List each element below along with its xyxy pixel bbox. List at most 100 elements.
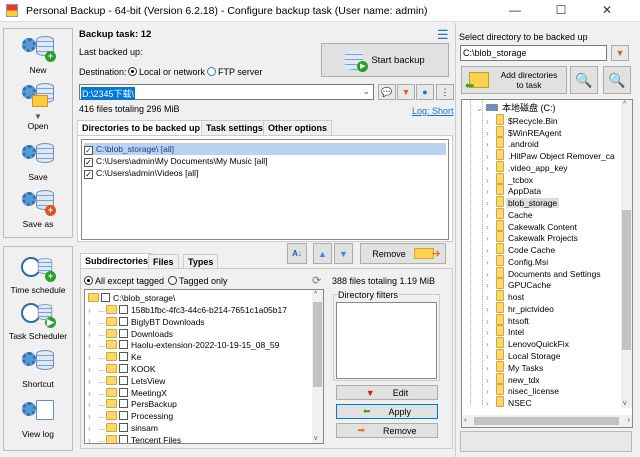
checkbox[interactable]: [101, 293, 110, 302]
checkbox[interactable]: [119, 375, 128, 385]
radio-tagged-only[interactable]: Tagged only: [168, 276, 228, 286]
selected-dir-input[interactable]: C:\blob_storage: [460, 45, 607, 61]
checkbox[interactable]: [119, 316, 128, 326]
dropdown-arrow-icon[interactable]: ▼: [3, 112, 73, 121]
maximize-button[interactable]: ☐: [546, 3, 576, 19]
directory-tree-item[interactable]: › Config.Msi: [486, 254, 550, 267]
vertical-scrollbar[interactable]: ^ v: [621, 100, 632, 408]
checkbox[interactable]: [119, 352, 128, 362]
chevron-right-icon[interactable]: ›: [88, 435, 98, 443]
edit-filter-button[interactable]: ▼ Edit: [336, 385, 438, 400]
directory-tree-item[interactable]: › _tcbox: [486, 172, 535, 185]
refresh-icon[interactable]: ⟳: [312, 274, 321, 287]
move-up-button[interactable]: ▲: [313, 243, 332, 264]
directories-list[interactable]: ✓ C:\blob_storage\ [all] ✓ C:\Users\admin\M…: [81, 139, 449, 240]
directory-tree-item[interactable]: › Intel: [486, 325, 526, 337]
search-file-button[interactable]: 🔍: [603, 66, 631, 94]
toolbar-open-button[interactable]: ▼ Open: [3, 83, 73, 131]
toolbar-new-button[interactable]: + New: [3, 36, 73, 75]
checkbox[interactable]: [119, 340, 128, 350]
directory-item[interactable]: ✓ C:\Users\admin\My Documents\My Music [a…: [84, 155, 446, 167]
checkbox[interactable]: [119, 328, 128, 338]
subdirectory-item[interactable]: › — Haolu-extension-2022-10-19-15_08_59: [88, 339, 279, 351]
subtab-types[interactable]: Types: [183, 254, 219, 269]
toolbar-shortcut-button[interactable]: Shortcut: [3, 350, 73, 389]
checkbox[interactable]: [119, 364, 128, 373]
directory-tree[interactable]: ^ v ‹ › ⌄ 本地磁盘 (C:) › $Recycle.Bin › $WinREAg…: [461, 99, 633, 428]
directory-tree-item[interactable]: › My Tasks: [486, 360, 545, 373]
add-directories-button[interactable]: ⬅ Add directories to task: [461, 66, 567, 94]
directory-tree-item[interactable]: › .HitPaw Object Remover_ca: [486, 149, 617, 161]
chevron-right-icon[interactable]: ›: [486, 398, 496, 410]
subdirectory-item[interactable]: › — Tencent Files: [88, 434, 181, 443]
subdirectory-item[interactable]: › — Processing: [88, 410, 173, 422]
directory-tree-item[interactable]: › Documents and Settings: [486, 266, 603, 279]
tab-task-settings[interactable]: Task settings: [201, 120, 268, 135]
directory-tree-item[interactable]: › Cache: [486, 207, 535, 220]
directory-filters-list[interactable]: [336, 302, 437, 379]
vertical-scrollbar[interactable]: ^ v: [312, 290, 323, 443]
drive-select-icon[interactable]: ▼: [611, 45, 629, 61]
directory-item[interactable]: ✓ C:\blob_storage\ [all]: [84, 143, 446, 155]
directory-tree-item[interactable]: › $Recycle.Bin: [486, 113, 560, 126]
checkbox[interactable]: [119, 305, 128, 314]
horizontal-scrollbar[interactable]: ‹ ›: [462, 415, 632, 427]
destination-path-combo[interactable]: D:\2345下载\ ⌄: [79, 84, 374, 100]
directory-tree-item[interactable]: › hr_pictvideo: [486, 301, 556, 314]
scrollbar-thumb[interactable]: [622, 210, 631, 350]
checkbox[interactable]: ✓: [84, 158, 93, 167]
checkbox[interactable]: ✓: [84, 146, 93, 155]
directory-tree-item[interactable]: › Code Cache: [486, 243, 557, 255]
subtab-files[interactable]: Files: [148, 254, 179, 269]
directory-tree-item[interactable]: › .video_app_key: [486, 160, 570, 173]
directory-tree-item[interactable]: › GPUCache: [486, 278, 553, 290]
subdirectory-tree[interactable]: ^ v C:\blob_storage\ › —158b1fbc-4fc3-44c6…: [84, 289, 324, 444]
minimize-button[interactable]: —: [500, 3, 530, 19]
checkbox[interactable]: [119, 411, 128, 421]
tree-root[interactable]: C:\blob_storage\: [88, 292, 175, 304]
directory-tree-item[interactable]: › new_tdx: [486, 372, 542, 385]
radio-local[interactable]: Local or network: [128, 67, 205, 77]
menu-icon[interactable]: ☰: [437, 27, 449, 43]
move-down-button[interactable]: ▼: [334, 243, 353, 264]
start-backup-button[interactable]: ▶ Start backup: [321, 43, 449, 77]
tab-other-options[interactable]: Other options: [263, 120, 332, 135]
splitter[interactable]: [455, 23, 457, 457]
remove-filter-button[interactable]: ➡ Remove: [336, 423, 438, 438]
toolbar-save-as-button[interactable]: + Save as: [3, 190, 73, 229]
log-link[interactable]: Log: Short: [412, 106, 454, 116]
directory-item[interactable]: ✓ C:\Users\admin\Videos [all]: [84, 167, 446, 179]
subdirectory-item[interactable]: › — Ke: [88, 351, 141, 363]
toolbar-view-log-button[interactable]: View log: [3, 400, 73, 439]
checkbox[interactable]: [119, 434, 128, 443]
drive-item[interactable]: ⌄ 本地磁盘 (C:): [476, 102, 556, 114]
scrollbar-thumb[interactable]: [474, 417, 619, 425]
search-folder-button[interactable]: 🔍: [570, 66, 598, 94]
subdirectory-item[interactable]: › — sinsam: [88, 422, 158, 434]
subtab-subdirectories[interactable]: Subdirectories: [80, 253, 154, 269]
subdirectory-item[interactable]: › — KOOK: [88, 363, 156, 375]
directory-tree-item[interactable]: › Cakewalk Content: [486, 219, 579, 232]
subdirectory-item[interactable]: › — BiglyBT Downloads: [88, 316, 205, 328]
checkbox[interactable]: [119, 399, 128, 409]
sort-button[interactable]: A↓: [287, 243, 307, 264]
subdirectory-item[interactable]: › — MeetingX: [88, 387, 167, 399]
remove-directory-button[interactable]: Remove ➜: [360, 243, 446, 264]
directory-tree-item[interactable]: › Local Storage: [486, 349, 562, 361]
checkbox[interactable]: [119, 423, 128, 432]
chevron-down-icon[interactable]: ⌄: [362, 86, 370, 97]
toolbar-save-button[interactable]: Save: [3, 143, 73, 182]
toolbar-time-schedule-button[interactable]: + Time schedule: [3, 256, 73, 295]
directory-tree-item[interactable]: › nisec_license: [486, 384, 561, 396]
directory-tree-item[interactable]: › htsoft: [486, 313, 531, 326]
directory-tree-item[interactable]: › blob_storage: [486, 196, 560, 209]
directory-tree-item[interactable]: › AppData: [486, 184, 543, 196]
tree-settings-icon[interactable]: ⋮: [436, 84, 454, 100]
checkbox[interactable]: ✓: [84, 170, 93, 179]
directory-tree-item[interactable]: › host: [486, 290, 526, 302]
directory-tree-item[interactable]: › .android: [486, 137, 541, 149]
apply-filter-button[interactable]: ⬅ Apply: [336, 404, 438, 419]
subdirectory-item[interactable]: › — PersBackup: [88, 398, 177, 410]
close-button[interactable]: ✕: [592, 3, 622, 19]
tab-directories[interactable]: Directories to be backed up: [77, 120, 206, 136]
